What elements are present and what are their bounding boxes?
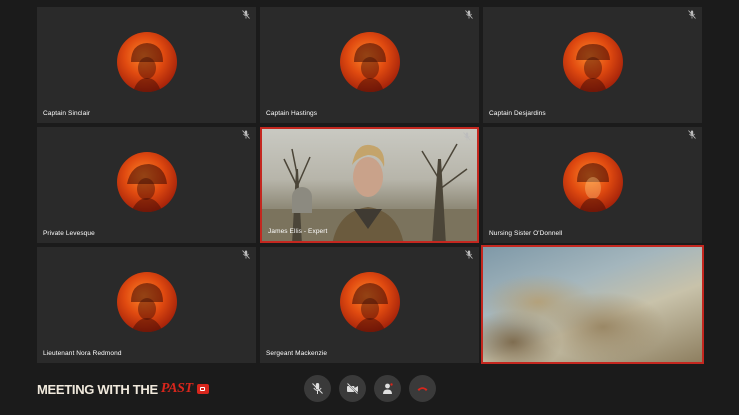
soldier-avatar <box>562 32 623 92</box>
soldier-avatar <box>339 32 400 92</box>
mic-muted-icon <box>242 130 250 139</box>
soldier-avatar <box>116 152 177 212</box>
nurse-avatar <box>562 152 623 212</box>
participant-name: Nursing Sister O'Donnell <box>489 230 563 237</box>
participant-name: Captain Sinclair <box>43 110 91 117</box>
participant-tile-active[interactable]: James Ellis - Expert <box>260 127 479 243</box>
video-feed <box>262 129 477 241</box>
logo-accent-text: PAST <box>160 381 193 396</box>
participant-tile[interactable]: Captain Hastings <box>260 7 479 123</box>
mic-muted-icon <box>463 132 471 141</box>
mic-muted-icon <box>465 10 473 19</box>
camera-off-icon <box>346 382 359 395</box>
mic-off-icon <box>311 382 324 395</box>
participant-name: Captain Desjardins <box>489 110 546 117</box>
participant-tile[interactable]: Private Levesque <box>37 127 256 243</box>
participant-tile[interactable]: Sergeant Mackenzie <box>260 247 479 363</box>
hangup-button[interactable] <box>409 375 436 402</box>
camera-button[interactable] <box>339 375 366 402</box>
mic-muted-icon <box>242 10 250 19</box>
participant-tile[interactable]: Captain Desjardins <box>483 7 702 123</box>
participant-tile[interactable]: Captain Sinclair <box>37 7 256 123</box>
app-logo: MEETING WITH THE PAST <box>37 381 209 397</box>
person-icon <box>381 382 394 395</box>
video-feed <box>483 247 702 362</box>
soldier-avatar <box>116 272 177 332</box>
mic-muted-icon <box>242 250 250 259</box>
mute-button[interactable] <box>304 375 331 402</box>
participants-button[interactable] <box>374 375 401 402</box>
participant-name: Lieutenant Nora Redmond <box>43 350 122 357</box>
mic-muted-icon <box>688 10 696 19</box>
soldier-avatar <box>339 272 400 332</box>
mic-muted-icon <box>688 130 696 139</box>
mic-muted-icon <box>465 250 473 259</box>
participant-name: Sergeant Mackenzie <box>266 350 328 357</box>
soldier-avatar <box>116 32 177 92</box>
battle-video-tile[interactable] <box>481 245 704 364</box>
phone-hangup-icon <box>416 382 429 395</box>
participant-tile[interactable]: Lieutenant Nora Redmond <box>37 247 256 363</box>
participant-name: Private Levesque <box>43 230 95 237</box>
participant-name: James Ellis - Expert <box>268 228 328 235</box>
participant-name: Captain Hastings <box>266 110 318 117</box>
logo-text: MEETING WITH THE <box>37 381 158 397</box>
participant-tile[interactable]: Nursing Sister O'Donnell <box>483 127 702 243</box>
participant-grid: Captain Sinclair Captain Hastings Captai… <box>0 0 739 415</box>
camera-logo-icon <box>196 384 209 394</box>
